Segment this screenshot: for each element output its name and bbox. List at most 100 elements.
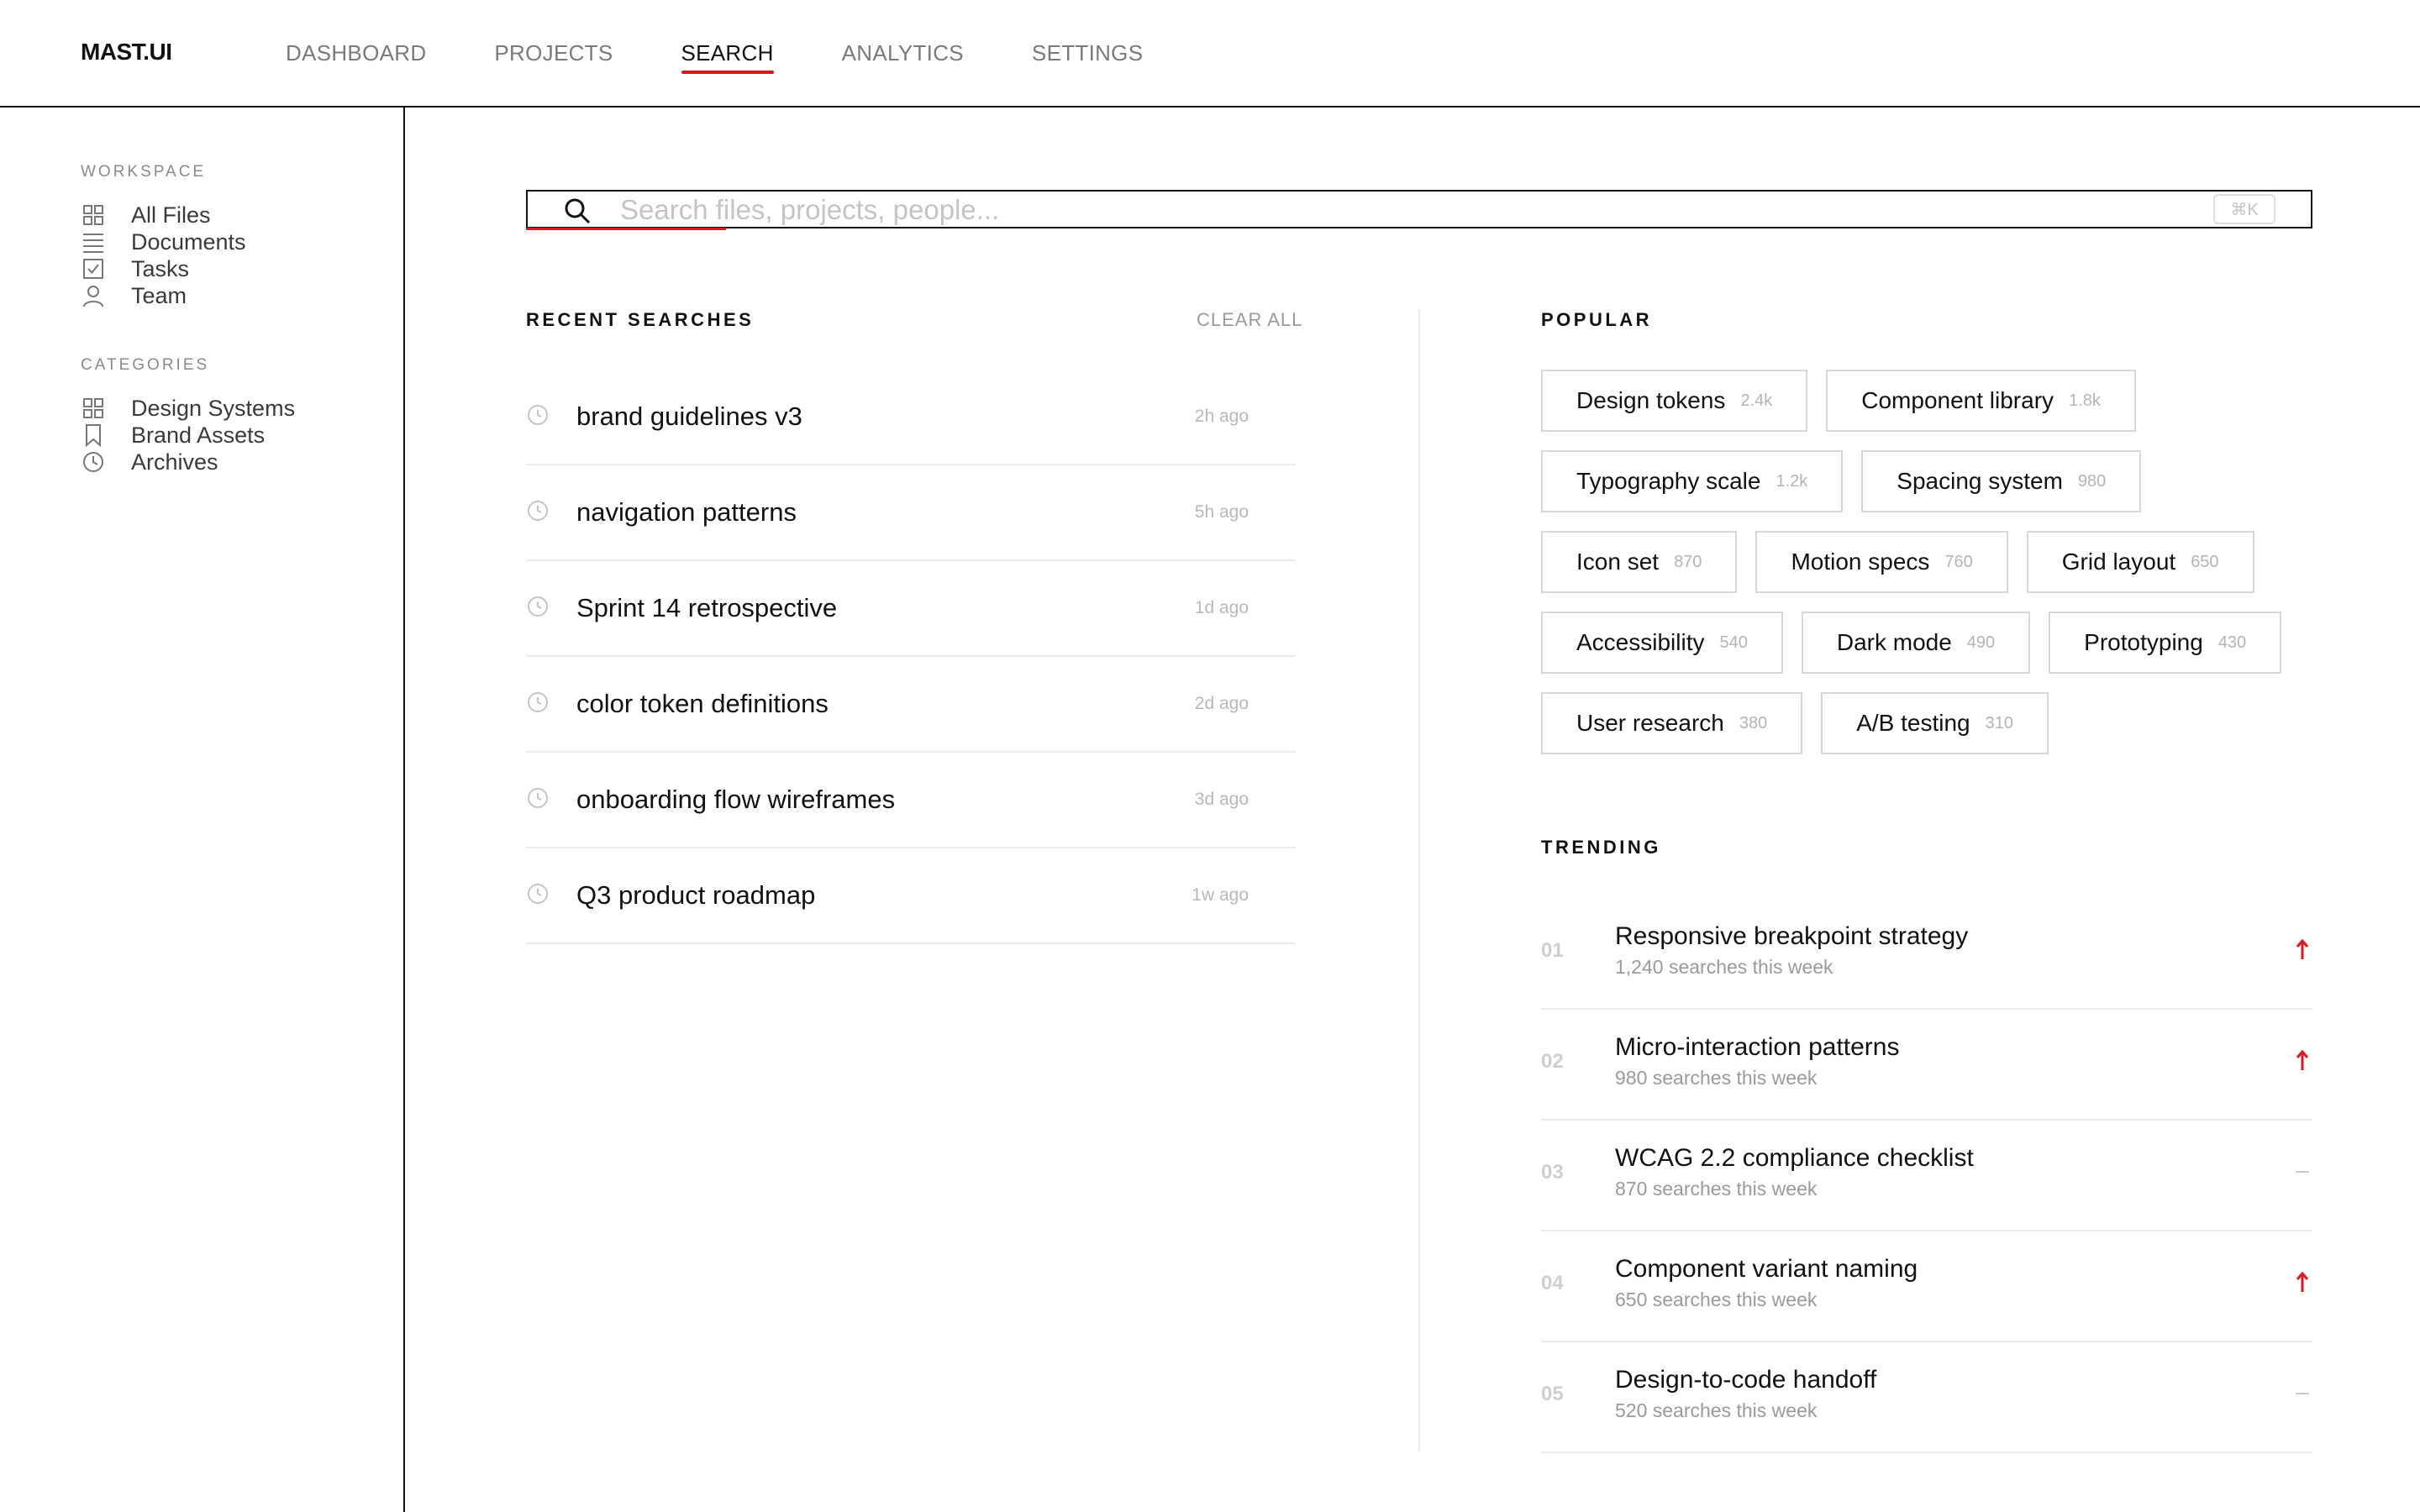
popular-tags: Design tokens 2.4k Component library 1.8k … bbox=[1541, 370, 2314, 773]
dash-icon bbox=[2296, 1171, 2309, 1173]
arrow-up-icon bbox=[2296, 1049, 2309, 1070]
tag-count: 870 bbox=[1674, 552, 1702, 571]
sidebar-item-all-files[interactable]: All Files bbox=[81, 202, 246, 228]
recent-search-query: onboarding flow wireframes bbox=[576, 785, 896, 814]
tag-count: 2.4k bbox=[1740, 391, 1773, 410]
recent-search-item[interactable]: onboarding flow wireframes 3d ago bbox=[526, 753, 1296, 848]
sidebar-item-label: All Files bbox=[131, 202, 211, 228]
clock-icon bbox=[528, 884, 548, 904]
checkbox-icon bbox=[81, 256, 106, 281]
tag-name: Typography scale bbox=[1576, 468, 1761, 494]
clear-all-button[interactable]: CLEAR ALL bbox=[1197, 309, 1302, 331]
tag-row: Icon set 870 Motion specs 760 Grid layout 6… bbox=[1541, 531, 2314, 593]
trending-meta: 870 searches this week bbox=[1615, 1178, 1818, 1200]
tag-name: Prototyping bbox=[2084, 629, 2203, 655]
tag-count: 1.2k bbox=[1776, 471, 1808, 491]
popular-tag[interactable]: Component library 1.8k bbox=[1826, 370, 2136, 432]
arrow-up-icon bbox=[2296, 1271, 2309, 1292]
tag-name: A/B testing bbox=[1856, 710, 1970, 736]
recent-search-item[interactable]: Sprint 14 retrospective 1d ago bbox=[526, 561, 1296, 657]
sidebar-item-archives[interactable]: Archives bbox=[81, 449, 295, 475]
trending-meta: 520 searches this week bbox=[1615, 1399, 1818, 1421]
tag-name: Icon set bbox=[1576, 549, 1660, 575]
trending-rank: 04 bbox=[1541, 1272, 1564, 1294]
trending-title-text: WCAG 2.2 compliance checklist bbox=[1615, 1144, 1974, 1172]
sidebar-item-label: Brand Assets bbox=[131, 422, 266, 448]
sidebar-item-tasks[interactable]: Tasks bbox=[81, 255, 246, 282]
trending-title-text: Design-to-code handoff bbox=[1615, 1366, 1877, 1394]
nav-dashboard[interactable]: DASHBOARD bbox=[286, 40, 426, 66]
clock-icon bbox=[528, 405, 548, 425]
popular-tag[interactable]: Prototyping 430 bbox=[2049, 612, 2282, 674]
trending-title-text: Micro-interaction patterns bbox=[1615, 1033, 1900, 1061]
popular-tag[interactable]: Accessibility 540 bbox=[1541, 612, 1783, 674]
popular-tag[interactable]: Typography scale 1.2k bbox=[1541, 450, 1844, 512]
tag-name: Dark mode bbox=[1836, 629, 1952, 655]
recent-search-item[interactable]: Q3 product roadmap 1w ago bbox=[526, 848, 1296, 944]
recent-search-item[interactable]: color token definitions 2d ago bbox=[526, 657, 1296, 753]
popular-tag[interactable]: Dark mode 490 bbox=[1801, 612, 2031, 674]
recent-search-time: 3d ago bbox=[1194, 790, 1249, 809]
keyboard-shortcut-hint: ⌘K bbox=[2213, 194, 2275, 224]
trending-meta: 980 searches this week bbox=[1615, 1067, 1818, 1089]
clock-icon bbox=[528, 788, 548, 808]
nav-search[interactable]: SEARCH bbox=[681, 40, 774, 74]
recent-search-item[interactable]: brand guidelines v3 2h ago bbox=[526, 370, 1296, 465]
categories-list: Design Systems Brand Assets Archives bbox=[81, 395, 295, 475]
sidebar-item-documents[interactable]: Documents bbox=[81, 228, 246, 255]
popular-tag[interactable]: Motion specs 760 bbox=[1755, 531, 2008, 593]
trending-item[interactable]: 05 Design-to-code handoff 520 searches t… bbox=[1541, 1342, 2312, 1453]
trending-list: 01 Responsive breakpoint strategy 1,240 … bbox=[1541, 899, 2312, 1453]
nav-projects[interactable]: PROJECTS bbox=[494, 40, 613, 66]
trending-item[interactable]: 03 WCAG 2.2 compliance checklist 870 sea… bbox=[1541, 1121, 2312, 1231]
popular-tag[interactable]: A/B testing 310 bbox=[1821, 692, 2049, 754]
tag-count: 540 bbox=[1719, 633, 1748, 652]
popular-tag[interactable]: User research 380 bbox=[1541, 692, 1803, 754]
recent-search-time: 1w ago bbox=[1192, 885, 1249, 905]
popular-tag[interactable]: Grid layout 650 bbox=[2026, 531, 2254, 593]
trending-item[interactable]: 01 Responsive breakpoint strategy 1,240 … bbox=[1541, 899, 2312, 1010]
popular-tag[interactable]: Icon set 870 bbox=[1541, 531, 1738, 593]
tag-name: User research bbox=[1576, 710, 1724, 736]
arrow-up-icon bbox=[2296, 938, 2309, 959]
clock-icon bbox=[528, 501, 548, 521]
dash-icon bbox=[2296, 1393, 2309, 1394]
sidebar-item-label: Design Systems bbox=[131, 395, 296, 421]
trending-title-text: Responsive breakpoint strategy bbox=[1615, 922, 1969, 950]
trending-meta: 1,240 searches this week bbox=[1615, 956, 1833, 978]
tag-row: Accessibility 540 Dark mode 490 Prototypin… bbox=[1541, 612, 2314, 674]
column-divider bbox=[1418, 309, 1420, 1452]
sidebar-item-label: Archives bbox=[131, 449, 218, 475]
grid-icon bbox=[81, 396, 106, 421]
nav-settings[interactable]: SETTINGS bbox=[1032, 40, 1143, 66]
clock-icon bbox=[528, 692, 548, 712]
recent-search-query: Q3 product roadmap bbox=[576, 880, 816, 910]
clock-icon bbox=[81, 449, 106, 475]
trending-item[interactable]: 04 Component variant naming 650 searches… bbox=[1541, 1231, 2312, 1342]
nav-analytics[interactable]: ANALYTICS bbox=[842, 40, 964, 66]
workspace-list: All Files Documents Tasks Team bbox=[81, 202, 246, 309]
lines-icon bbox=[81, 229, 106, 255]
workspace-title: WORKSPACE bbox=[81, 163, 207, 181]
sidebar-item-team[interactable]: Team bbox=[81, 282, 246, 309]
tag-name: Grid layout bbox=[2061, 549, 2176, 575]
sidebar-item-design-systems[interactable]: Design Systems bbox=[81, 395, 295, 422]
trending-rank: 05 bbox=[1541, 1383, 1564, 1405]
search-bar: ⌘K bbox=[526, 190, 2312, 230]
tag-count: 650 bbox=[2191, 552, 2219, 571]
clock-icon bbox=[528, 596, 548, 617]
popular-tag[interactable]: Design tokens 2.4k bbox=[1541, 370, 1808, 432]
trending-rank: 02 bbox=[1541, 1050, 1564, 1073]
trending-item[interactable]: 02 Micro-interaction patterns 980 search… bbox=[1541, 1010, 2312, 1121]
recent-search-item[interactable]: navigation patterns 5h ago bbox=[526, 465, 1296, 561]
sidebar-item-brand-assets[interactable]: Brand Assets bbox=[81, 422, 295, 449]
popular-tag[interactable]: Spacing system 980 bbox=[1861, 450, 2142, 512]
tag-row: Typography scale 1.2k Spacing system 980 bbox=[1541, 450, 2314, 512]
trending-title: TRENDING bbox=[1541, 837, 1661, 858]
search-input[interactable] bbox=[620, 195, 1881, 225]
logo[interactable]: MAST.UI bbox=[81, 39, 172, 66]
search-focus-underline bbox=[526, 228, 726, 230]
tag-count: 380 bbox=[1739, 713, 1768, 732]
top-bar: MAST.UI DASHBOARD PROJECTS SEARCH ANALYT… bbox=[0, 0, 2420, 108]
tag-name: Spacing system bbox=[1897, 468, 2063, 494]
